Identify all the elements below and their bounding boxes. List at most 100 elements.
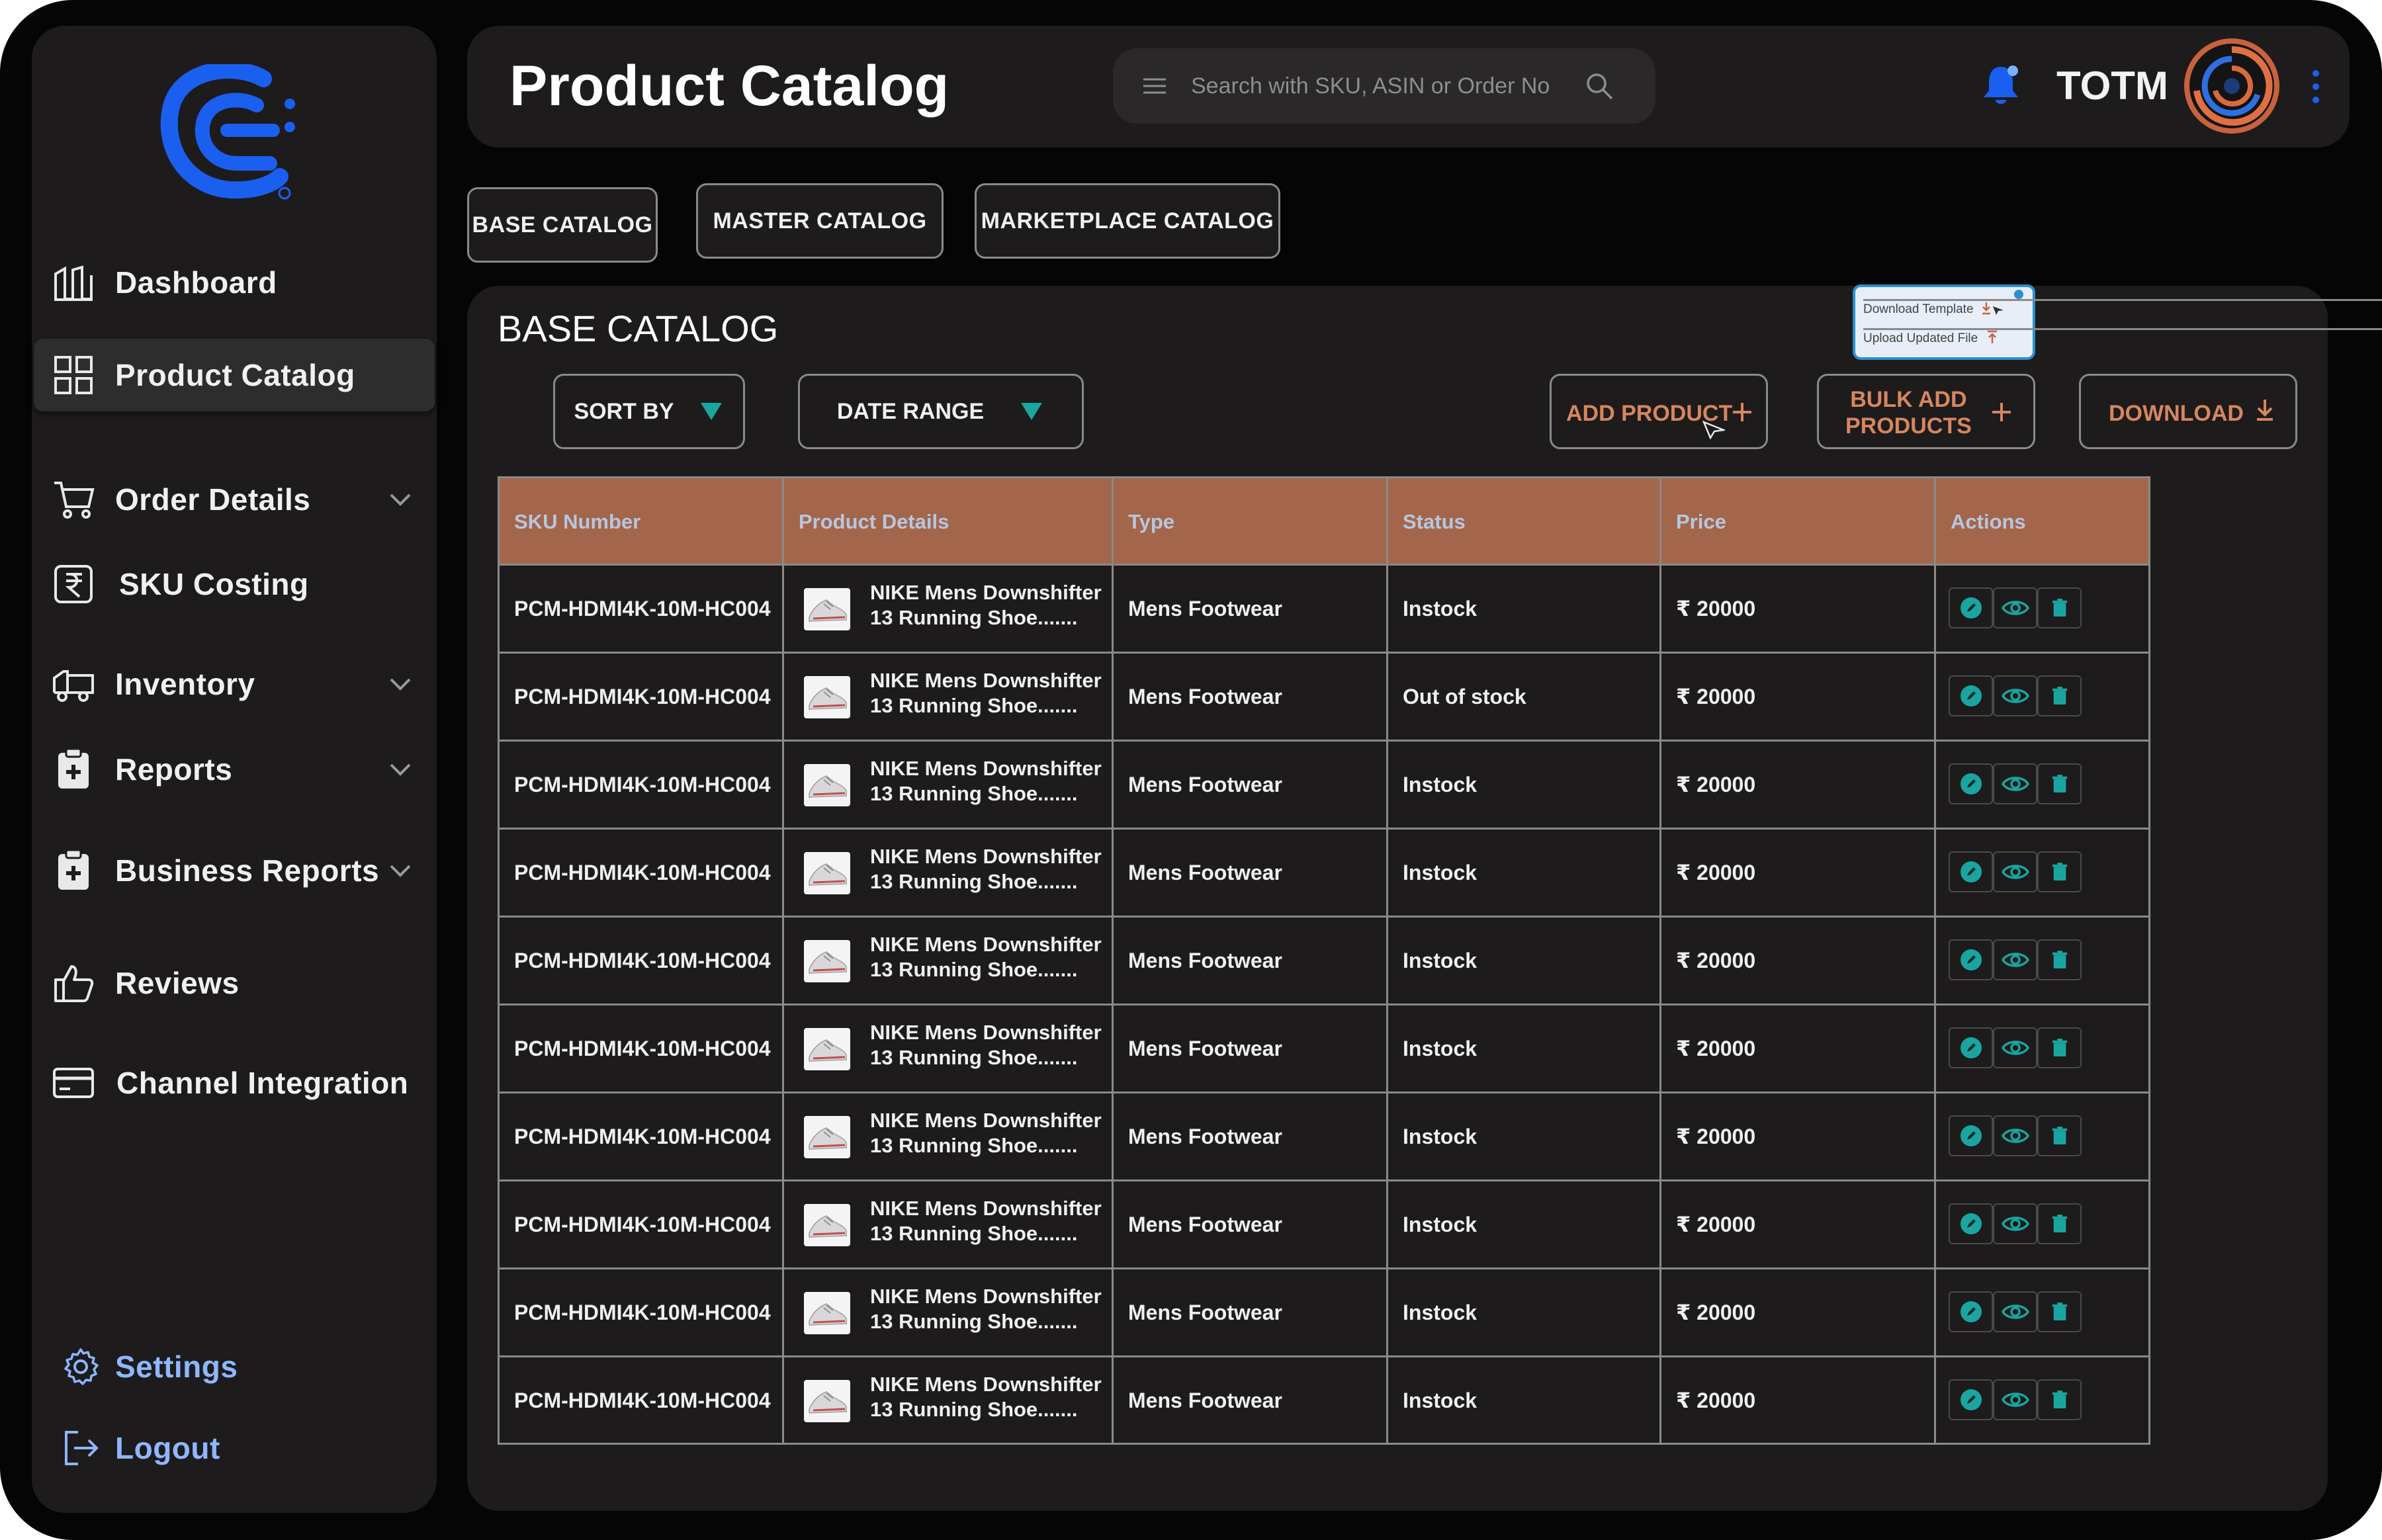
status-cell: Instock: [1403, 1212, 1478, 1236]
view-eye-icon[interactable]: [1993, 587, 2037, 628]
product-name-line2: 13 Running Shoe.......: [870, 694, 1078, 717]
bulk-add-products-button[interactable]: BULK ADD PRODUCTS: [1817, 374, 2035, 449]
delete-trash-icon[interactable]: [2037, 1379, 2082, 1420]
edit-icon[interactable]: [1949, 587, 1993, 628]
product-thumbnail[interactable]: [804, 1028, 850, 1070]
table-row[interactable]: PCM-HDMI4K-10M-HC004 NIKE Mens Downshifte…: [500, 1267, 2148, 1355]
sidebar-item-order-details[interactable]: Order Details: [32, 463, 437, 536]
delete-trash-icon[interactable]: [2037, 587, 2082, 628]
edit-icon[interactable]: [1949, 763, 1993, 804]
edit-icon[interactable]: [1949, 1291, 1993, 1332]
bulk-add-label: BULK ADD PRODUCTS: [1845, 386, 1972, 439]
delete-trash-icon[interactable]: [2037, 1027, 2082, 1068]
column-header-sku[interactable]: SKU Number: [500, 478, 784, 566]
add-product-button[interactable]: ADD PRODUCT: [1550, 374, 1768, 449]
product-name-line2: 13 Running Shoe.......: [870, 1398, 1078, 1421]
download-button[interactable]: DOWNLOAD: [2079, 374, 2297, 449]
sidebar-item-label: Business Reports: [115, 853, 380, 888]
type-cell: Mens Footwear: [1128, 1300, 1282, 1324]
edit-icon[interactable]: [1949, 1379, 1993, 1420]
product-thumbnail[interactable]: [804, 764, 850, 806]
product-thumbnail[interactable]: [804, 940, 850, 982]
edit-icon[interactable]: [1949, 939, 1993, 980]
settings-link[interactable]: Settings: [32, 1330, 437, 1403]
sidebar-item-sku-costing[interactable]: SKU Costing: [32, 548, 437, 620]
date-range-dropdown[interactable]: DATE RANGE: [798, 374, 1084, 449]
view-eye-icon[interactable]: [1993, 939, 2037, 980]
view-eye-icon[interactable]: [1993, 851, 2037, 892]
more-options-icon[interactable]: [2304, 65, 2328, 108]
search-icon[interactable]: [1584, 71, 1614, 101]
type-cell: Mens Footwear: [1128, 684, 1282, 708]
sidebar-item-reports[interactable]: Reports: [32, 733, 437, 806]
sidebar-item-label: Channel Integration: [116, 1066, 409, 1100]
chevron-down-icon[interactable]: [386, 669, 415, 699]
column-header-type[interactable]: Type: [1114, 478, 1388, 566]
column-header-product-details[interactable]: Product Details: [784, 478, 1114, 566]
column-header-price[interactable]: Price: [1661, 478, 1936, 566]
table-row[interactable]: PCM-HDMI4K-10M-HC004 NIKE Mens Downshifte…: [500, 1091, 2148, 1179]
search-input[interactable]: [1191, 67, 1575, 105]
sidebar-item-reviews[interactable]: Reviews: [32, 947, 437, 1019]
menu-icon[interactable]: [1139, 71, 1170, 101]
product-thumbnail[interactable]: [804, 1380, 850, 1422]
edit-icon[interactable]: [1949, 675, 1993, 716]
view-eye-icon[interactable]: [1993, 1115, 2037, 1156]
column-header-actions[interactable]: Actions: [1936, 478, 2148, 566]
product-thumbnail[interactable]: [804, 1292, 850, 1334]
tab-base-catalog[interactable]: BASE CATALOG: [467, 187, 658, 263]
rupee-icon: [54, 565, 93, 603]
product-thumbnail[interactable]: [804, 588, 850, 630]
notification-bell-icon[interactable]: [1980, 62, 2022, 108]
delete-trash-icon[interactable]: [2037, 675, 2082, 716]
table-row[interactable]: PCM-HDMI4K-10M-HC004 NIKE Mens Downshifte…: [500, 652, 2148, 740]
product-thumbnail[interactable]: [804, 1116, 850, 1158]
view-eye-icon[interactable]: [1993, 1379, 2037, 1420]
edit-icon[interactable]: [1949, 1203, 1993, 1244]
view-eye-icon[interactable]: [1993, 1291, 2037, 1332]
table-row[interactable]: PCM-HDMI4K-10M-HC004 NIKE Mens Downshifte…: [500, 1004, 2148, 1091]
table-row[interactable]: PCM-HDMI4K-10M-HC004 NIKE Mens Downshifte…: [500, 564, 2148, 652]
sidebar-item-channel-integration[interactable]: Channel Integration: [32, 1047, 437, 1119]
chevron-down-icon[interactable]: [386, 485, 415, 514]
sidebar-item-product-catalog[interactable]: Product Catalog: [34, 339, 435, 411]
avatar[interactable]: [2182, 36, 2281, 136]
delete-trash-icon[interactable]: [2037, 1291, 2082, 1332]
view-eye-icon[interactable]: [1993, 763, 2037, 804]
type-cell: Mens Footwear: [1128, 1036, 1282, 1060]
product-name-line1: NIKE Mens Downshifter: [870, 669, 1102, 692]
view-eye-icon[interactable]: [1993, 1203, 2037, 1244]
tab-master-catalog[interactable]: MASTER CATALOG: [696, 183, 944, 259]
sidebar: Dashboard Product Catalog Order Details: [32, 26, 437, 1513]
delete-trash-icon[interactable]: [2037, 763, 2082, 804]
edit-icon[interactable]: [1949, 851, 1993, 892]
logout-link[interactable]: Logout: [32, 1412, 437, 1484]
delete-trash-icon[interactable]: [2037, 1115, 2082, 1156]
edit-icon[interactable]: [1949, 1115, 1993, 1156]
chevron-down-icon[interactable]: [386, 755, 415, 784]
download-pointer-icon: [1982, 302, 2004, 315]
table-row[interactable]: PCM-HDMI4K-10M-HC004 NIKE Mens Downshifte…: [500, 916, 2148, 1004]
chevron-down-icon[interactable]: [386, 856, 415, 885]
plus-icon: [1992, 403, 2011, 421]
sidebar-item-inventory[interactable]: Inventory: [32, 648, 437, 720]
delete-trash-icon[interactable]: [2037, 1203, 2082, 1244]
delete-trash-icon[interactable]: [2037, 851, 2082, 892]
tab-marketplace-catalog[interactable]: MARKETPLACE CATALOG: [975, 183, 1280, 259]
table-row[interactable]: PCM-HDMI4K-10M-HC004 NIKE Mens Downshifte…: [500, 1179, 2148, 1267]
table-row[interactable]: PCM-HDMI4K-10M-HC004 NIKE Mens Downshifte…: [500, 740, 2148, 828]
column-header-status[interactable]: Status: [1388, 478, 1661, 566]
sidebar-item-dashboard[interactable]: Dashboard: [32, 246, 437, 319]
delete-trash-icon[interactable]: [2037, 939, 2082, 980]
sort-by-dropdown[interactable]: SORT BY: [553, 374, 745, 449]
edit-icon[interactable]: [1949, 1027, 1993, 1068]
table-row[interactable]: PCM-HDMI4K-10M-HC004 NIKE Mens Downshifte…: [500, 828, 2148, 916]
sidebar-item-business-reports[interactable]: Business Reports: [32, 834, 437, 907]
view-eye-icon[interactable]: [1993, 1027, 2037, 1068]
product-thumbnail[interactable]: [804, 852, 850, 894]
view-eye-icon[interactable]: [1993, 675, 2037, 716]
table-row[interactable]: PCM-HDMI4K-10M-HC004 NIKE Mens Downshifte…: [500, 1355, 2148, 1443]
column-divider: [1386, 478, 1388, 1443]
product-thumbnail[interactable]: [804, 1204, 850, 1246]
product-thumbnail[interactable]: [804, 676, 850, 718]
